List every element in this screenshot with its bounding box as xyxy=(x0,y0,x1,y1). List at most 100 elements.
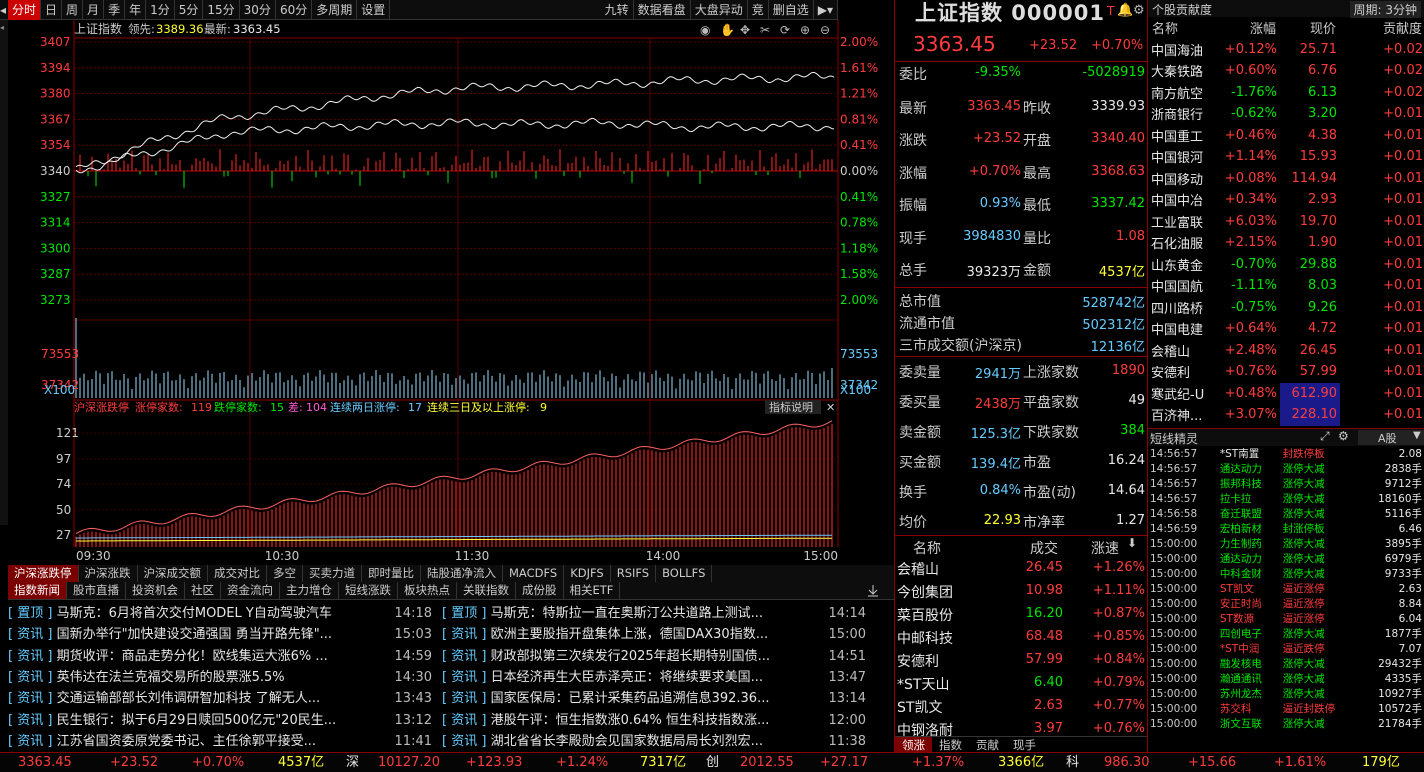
download-icon[interactable] xyxy=(866,584,880,598)
indicator-tab[interactable]: 即时量比 xyxy=(362,565,421,582)
indicator-help-button[interactable]: 指标说明 xyxy=(769,400,813,414)
flash-row[interactable]: 15:00:00 ST凯文 逼近涨停 2.63 xyxy=(1148,581,1424,596)
flash-row[interactable]: 15:00:00 中科金财 涨停大减 9733手 xyxy=(1148,566,1424,581)
contrib-row[interactable]: 四川路桥 -0.75% 9.26 +0.01 xyxy=(1148,297,1424,319)
cut-icon[interactable]: ✂ xyxy=(760,23,770,37)
contrib-row[interactable]: 山东黄金 -0.70% 29.88 +0.01 xyxy=(1148,254,1424,276)
news-item[interactable]: [ 置顶 ] 马斯克：6月将首次交付MODEL Y自动驾驶汽车 14:18 xyxy=(8,603,432,624)
eye-icon[interactable]: ◉ xyxy=(700,23,710,37)
contrib-row[interactable]: 中国国航 -1.11% 8.03 +0.01 xyxy=(1148,275,1424,297)
news-item[interactable]: [ 资讯 ] 江苏省国资委原党委书记、主任徐郭平接受... 11:41 xyxy=(8,731,432,752)
flash-row[interactable]: 14:56:58 奋迁联盟 涨停大减 5116手 xyxy=(1148,506,1424,521)
contrib-header[interactable]: 涨幅 xyxy=(1220,17,1280,39)
tab-15min[interactable]: 15分 xyxy=(203,0,240,20)
expand-icon[interactable]: ⤢ xyxy=(1320,429,1330,444)
news-item[interactable]: [ 资讯 ] 国家医保局：已累计采集药品追溯信息392.36... 13:14 xyxy=(442,688,866,709)
refresh-icon[interactable]: ⟳ xyxy=(780,23,790,37)
flash-row[interactable]: 15:00:00 安正时尚 逼近涨停 8.84 xyxy=(1148,596,1424,611)
tab-1min[interactable]: 1分 xyxy=(146,0,175,20)
news-tab[interactable]: 资金流向 xyxy=(221,582,280,599)
flash-row[interactable]: 14:56:57 拉卡拉 涨停大减 18160手 xyxy=(1148,491,1424,506)
contrib-row[interactable]: 中国电建 +0.64% 4.72 +0.01 xyxy=(1148,318,1424,340)
flash-row[interactable]: 15:00:00 瀚通通讯 涨停大减 4335手 xyxy=(1148,671,1424,686)
flash-row[interactable]: 15:00:00 *ST中润 逼近跌停 7.07 xyxy=(1148,641,1424,656)
leader-name[interactable]: *ST天山 xyxy=(897,674,949,694)
close-icon[interactable]: ✕ xyxy=(826,401,835,414)
market-alert-button[interactable]: 大盘异动 xyxy=(691,0,748,20)
tab-intraday[interactable]: 分时 xyxy=(8,0,42,20)
tab-month[interactable]: 月 xyxy=(83,0,105,20)
jiuzhuan-button[interactable]: 九转 xyxy=(601,0,634,20)
contrib-row[interactable]: 浙商银行 -0.62% 3.20 +0.01 xyxy=(1148,103,1424,125)
indicator-tab[interactable]: BOLLFS xyxy=(656,565,713,582)
bell-icon[interactable]: 🔔 xyxy=(1117,3,1133,18)
contrib-row[interactable]: 中国重工 +0.46% 4.38 +0.01 xyxy=(1148,125,1424,147)
news-tab[interactable]: 关联指数 xyxy=(457,582,516,599)
contrib-header[interactable]: 贡献度 xyxy=(1340,17,1424,39)
leaders-tab[interactable]: 贡献 xyxy=(969,737,1006,752)
contrib-row[interactable]: 石化油服 +2.15% 1.90 +0.01 xyxy=(1148,232,1424,254)
flash-row[interactable]: 15:00:00 力生制药 涨停大减 3895手 xyxy=(1148,536,1424,551)
news-tab[interactable]: 成份股 xyxy=(516,582,564,599)
flash-row[interactable]: 15:00:00 苏州龙杰 涨停大减 10927手 xyxy=(1148,686,1424,701)
contrib-row[interactable]: 大秦铁路 +0.60% 6.76 +0.02 xyxy=(1148,60,1424,82)
indicator-tab[interactable]: 陆股通净流入 xyxy=(421,565,503,582)
leader-name[interactable]: 菜百股份 xyxy=(897,605,953,625)
contrib-row[interactable]: 工业富联 +6.03% 19.70 +0.01 xyxy=(1148,211,1424,233)
news-item[interactable]: [ 资讯 ] 财政部拟第三次续发行2025年超长期特别国债... 14:51 xyxy=(442,646,866,667)
tab-multi-period[interactable]: 多周期 xyxy=(312,0,358,20)
leader-name[interactable]: 中邮科技 xyxy=(897,628,953,648)
tab-week[interactable]: 周 xyxy=(62,0,84,20)
contrib-header[interactable]: 名称 xyxy=(1148,17,1220,39)
sort-down-icon[interactable]: ⬇ xyxy=(1127,536,1137,550)
indicator-tab[interactable]: MACDFS xyxy=(503,565,565,582)
indicator-tab[interactable]: 多空 xyxy=(267,565,303,582)
indicator-tab[interactable]: 沪深涨跌 xyxy=(79,565,138,582)
leader-name[interactable]: ST凯文 xyxy=(897,697,942,717)
indicator-tab[interactable]: RSIFS xyxy=(611,565,657,582)
news-item[interactable]: [ 资讯 ] 湖北省省长李殿勋会见国家数据局局长刘烈宏... 11:38 xyxy=(442,731,866,752)
data-board-button[interactable]: 数据看盘 xyxy=(634,0,691,20)
flash-row[interactable]: 14:56:57 振邦科技 涨停大减 9712手 xyxy=(1148,476,1424,491)
flash-row[interactable]: 15:00:00 ST数源 逼近涨停 6.04 xyxy=(1148,611,1424,626)
indicator-tab[interactable]: KDJFS xyxy=(564,565,611,582)
news-item[interactable]: [ 资讯 ] 港股午评：恒生指数涨0.64% 恒生科技指数涨... 12:00 xyxy=(442,710,866,731)
tab-year[interactable]: 年 xyxy=(125,0,147,20)
news-tab[interactable]: 主力增仓 xyxy=(280,582,339,599)
news-tab[interactable]: 指数新闻 xyxy=(8,582,67,599)
news-item[interactable]: [ 置顶 ] 马斯克：特斯拉一直在奥斯汀公共道路上测试... 14:14 xyxy=(442,603,866,624)
flash-row[interactable]: 15:00:00 苏交科 逼近封跌停 10572手 xyxy=(1148,701,1424,716)
flash-row[interactable]: 15:00:00 四创电子 涨停大减 1877手 xyxy=(1148,626,1424,641)
intraday-chart[interactable]: 上证指数 领先: 3389.36 最新: 3363.45 ◉ ✋ ✥ ✂ ⟳ ⊕… xyxy=(0,20,894,565)
leaders-tab[interactable]: 现手 xyxy=(1006,737,1043,752)
zoom-out-icon[interactable]: ⊖ xyxy=(820,23,830,37)
news-item[interactable]: [ 资讯 ] 期货收评：商品走势分化！欧线集运大涨6% ... 14:59 xyxy=(8,646,432,667)
dropdown-icon[interactable]: ▼ xyxy=(1413,430,1421,441)
news-tab[interactable]: 股市直播 xyxy=(67,582,126,599)
flash-row[interactable]: 14:56:59 宏柏新材 封涨停板 6.46 xyxy=(1148,521,1424,536)
news-item[interactable]: [ 资讯 ] 欧洲主要股指开盘集体上涨，德国DAX30指数... 15:00 xyxy=(442,624,866,645)
leader-name[interactable]: 安德利 xyxy=(897,651,939,671)
contrib-row[interactable]: 中国海油 +0.12% 25.71 +0.02 xyxy=(1148,39,1424,61)
contrib-row[interactable]: 中国移动 +0.08% 114.94 +0.01 xyxy=(1148,168,1424,190)
indicator-tab[interactable]: 买卖力道 xyxy=(303,565,362,582)
arrow-right-icon[interactable]: ▶▾ xyxy=(814,0,838,20)
news-tab[interactable]: 社区 xyxy=(185,582,221,599)
tab-5min[interactable]: 5分 xyxy=(175,0,204,20)
news-item[interactable]: [ 资讯 ] 日本经济再生大臣赤泽亮正：将继续要求美国... 13:47 xyxy=(442,667,866,688)
news-tab[interactable]: 板块热点 xyxy=(398,582,457,599)
tab-60min[interactable]: 60分 xyxy=(276,0,313,20)
flash-row[interactable]: 14:56:57 *ST南置 封跌停板 2.08 xyxy=(1148,446,1424,461)
news-tab[interactable]: 相关ETF xyxy=(564,582,621,599)
tab-30min[interactable]: 30分 xyxy=(240,0,276,20)
news-item[interactable]: [ 资讯 ] 国新办举行"加快建设交通强国 勇当开路先锋"... 15:03 xyxy=(8,624,432,645)
news-item[interactable]: [ 资讯 ] 民生银行：拟于6月29日赎回500亿元"20民生... 13:12 xyxy=(8,710,432,731)
contrib-row[interactable]: 中国中冶 +0.34% 2.93 +0.01 xyxy=(1148,189,1424,211)
flash-row[interactable]: 14:56:57 通达动力 涨停大减 2838手 xyxy=(1148,461,1424,476)
news-tab[interactable]: 短线涨跌 xyxy=(339,582,398,599)
flash-gear-icon[interactable]: ⚙ xyxy=(1338,429,1349,443)
flash-row[interactable]: 15:00:00 通达动力 涨停大减 6979手 xyxy=(1148,551,1424,566)
news-item[interactable]: [ 资讯 ] 英伟达在法兰克福交易所的股票涨5.5% 14:30 xyxy=(8,667,432,688)
news-item[interactable]: [ 资讯 ] 交通运输部部长刘伟调研智加科技 了解无人... 13:43 xyxy=(8,688,432,709)
collapse-arrow-icon[interactable]: ◂ xyxy=(0,0,8,20)
